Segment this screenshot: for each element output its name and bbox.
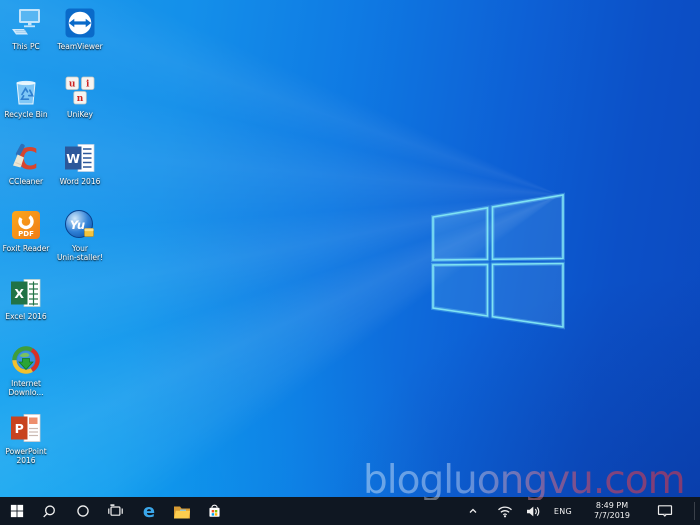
cortana-circle-icon xyxy=(76,505,89,517)
svg-text:u: u xyxy=(69,79,76,89)
desktop-icon-your-uninstaller[interactable]: Yu Your Unin-staller! xyxy=(54,208,106,262)
desktop-icon-this-pc[interactable]: This PC xyxy=(0,6,52,51)
desktop-icon-label: CCleaner xyxy=(8,177,44,186)
task-view-icon xyxy=(108,504,123,516)
desktop-icon-label: Foxit Reader xyxy=(2,244,50,253)
speaker-icon xyxy=(527,506,540,516)
file-explorer-button[interactable] xyxy=(165,497,198,525)
system-tray: ENG 8:49 PM 7/7/2019 xyxy=(458,497,700,525)
network-button[interactable] xyxy=(496,497,514,525)
word-icon: W xyxy=(63,141,97,175)
desktop-icon-label: TeamViewer xyxy=(57,42,103,51)
svg-text:e: e xyxy=(142,501,154,521)
recycle-bin-icon xyxy=(9,74,43,108)
windows-logo-icon xyxy=(10,504,23,518)
chevron-up-icon xyxy=(469,508,477,513)
svg-text:P: P xyxy=(15,421,24,436)
action-center-button[interactable] xyxy=(655,497,675,525)
search-icon xyxy=(43,504,55,517)
powerpoint-icon: P xyxy=(9,411,43,445)
desktop-icon-unikey[interactable]: u i n UniKey xyxy=(54,74,106,119)
unikey-icon: u i n xyxy=(63,74,97,108)
clock[interactable]: 8:49 PM 7/7/2019 xyxy=(584,497,640,525)
desktop-icon-internet-download-manager[interactable]: Internet Downlo... xyxy=(0,343,52,397)
this-pc-icon xyxy=(9,6,43,40)
desktop-icon-label: UniKey xyxy=(67,110,93,119)
desktop-icon-label: Excel 2016 xyxy=(5,312,47,321)
taskbar: e ENG 8:49 PM 7/7/2019 xyxy=(0,497,700,525)
desktop-icon-label-line2: 2016 xyxy=(16,456,36,465)
language-indicator[interactable]: ENG xyxy=(549,497,577,525)
desktop-icon-word-2016[interactable]: W Word 2016 xyxy=(54,141,106,186)
edge-button[interactable]: e xyxy=(132,497,165,525)
hidden-icons-button[interactable] xyxy=(465,497,481,525)
clock-time: 8:49 PM xyxy=(595,501,629,510)
desktop-icon-label-line2: Unin-staller! xyxy=(56,253,104,262)
your-uninstaller-icon: Yu xyxy=(63,208,97,242)
desktop-icon-label: Your xyxy=(71,244,88,253)
task-view-button[interactable] xyxy=(99,497,132,525)
taskbar-buttons: e xyxy=(0,497,231,525)
desktop-icon-label: This PC xyxy=(12,42,40,51)
action-center-icon xyxy=(657,505,673,517)
desktop-icon-powerpoint-2016[interactable]: P PowerPoint 2016 xyxy=(0,411,52,465)
idm-icon xyxy=(9,343,43,377)
store-button[interactable] xyxy=(198,497,231,525)
svg-text:W: W xyxy=(66,151,80,166)
folder-icon xyxy=(173,506,190,518)
desktop-icon-recycle-bin[interactable]: Recycle Bin xyxy=(0,74,52,119)
desktop-icon-excel-2016[interactable]: X Excel 2016 xyxy=(0,276,52,321)
desktop-icon-ccleaner[interactable]: C CCleaner xyxy=(0,141,52,186)
teamviewer-icon xyxy=(63,6,97,40)
desktop-icon-label: Recycle Bin xyxy=(4,110,48,119)
ccleaner-icon: C xyxy=(9,141,43,175)
start-button[interactable] xyxy=(0,497,33,525)
edge-icon: e xyxy=(142,501,154,521)
svg-text:PDF: PDF xyxy=(18,230,34,238)
wifi-icon xyxy=(498,505,512,517)
desktop-icon-label: Word 2016 xyxy=(59,177,101,186)
store-bag-icon xyxy=(209,504,220,517)
clock-date: 7/7/2019 xyxy=(594,511,630,520)
desktop-icon-teamviewer[interactable]: TeamViewer xyxy=(54,6,106,51)
cortana-button[interactable] xyxy=(66,497,99,525)
foxit-reader-icon: PDF xyxy=(9,208,43,242)
volume-button[interactable] xyxy=(524,497,542,525)
svg-text:Yu: Yu xyxy=(70,218,85,232)
svg-text:i: i xyxy=(86,79,90,89)
show-desktop-divider[interactable] xyxy=(694,502,695,520)
svg-text:n: n xyxy=(77,94,84,104)
excel-icon: X xyxy=(9,276,43,310)
desktop-icon-label: Internet xyxy=(11,379,41,388)
windows-desktop: This PC TeamViewer Recycle Bin u i n Uni… xyxy=(0,0,700,525)
desktop-icon-foxit-reader[interactable]: PDF Foxit Reader xyxy=(0,208,52,253)
svg-text:X: X xyxy=(14,286,24,301)
search-button[interactable] xyxy=(33,497,66,525)
desktop-icon-label-line2: Downlo... xyxy=(8,388,44,397)
desktop-icon-label: PowerPoint xyxy=(5,447,47,456)
